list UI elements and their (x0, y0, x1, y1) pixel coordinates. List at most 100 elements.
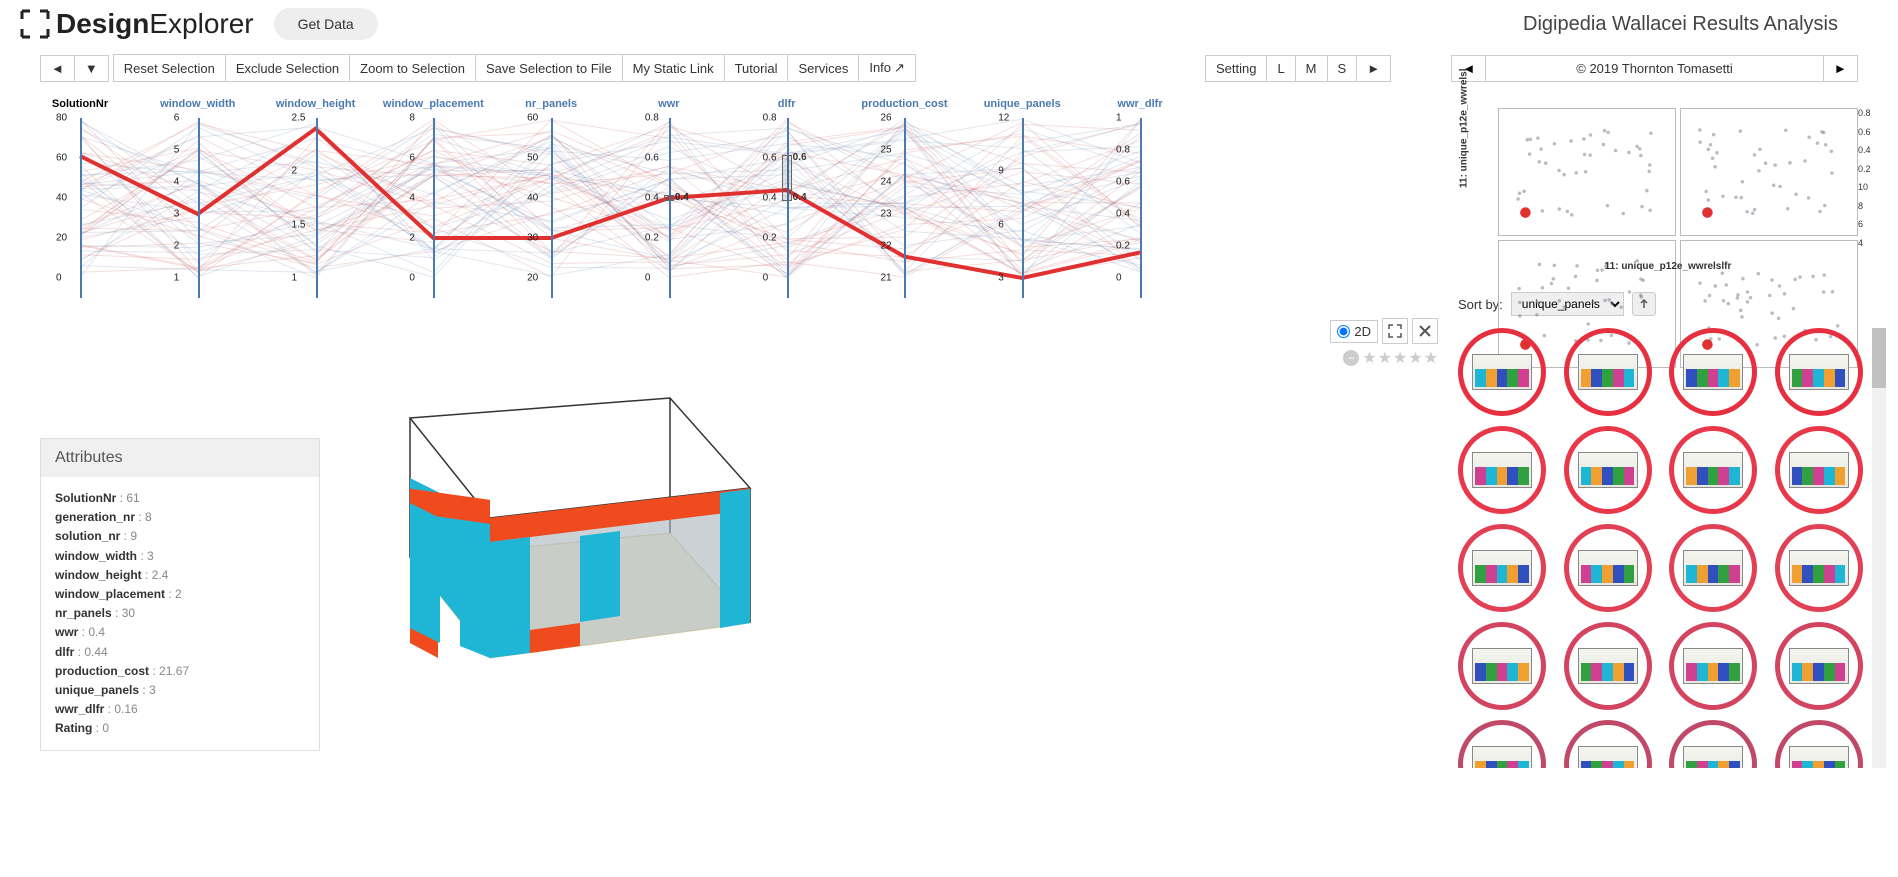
axis[interactable] (316, 118, 318, 298)
copyright-next-button[interactable]: ► (1823, 55, 1858, 82)
nav-prev-button[interactable]: ◄ (40, 55, 75, 82)
attribute-row: wwr : 0.4 (55, 623, 305, 642)
star-icon[interactable]: ★ (1424, 348, 1438, 368)
axis-label[interactable]: unique_panels (984, 98, 1061, 110)
solution-thumbnail[interactable] (1458, 328, 1546, 416)
axis-tick: 0 (56, 273, 62, 284)
solution-thumbnail[interactable] (1669, 328, 1757, 416)
axis-tick: 4 (409, 193, 415, 204)
solution-thumbnail[interactable] (1669, 426, 1757, 514)
zoom-selection-button[interactable]: Zoom to Selection (349, 54, 476, 82)
solution-thumbnail[interactable] (1564, 328, 1652, 416)
get-data-button[interactable]: Get Data (274, 8, 378, 40)
axis-tick: 0.2 (645, 233, 659, 244)
axis-tick: 21 (880, 273, 891, 284)
axis[interactable] (787, 118, 789, 298)
axis-label[interactable]: wwr (658, 98, 679, 110)
solution-thumbnail[interactable] (1564, 720, 1652, 768)
axis[interactable] (198, 118, 200, 298)
axis[interactable] (669, 118, 671, 298)
scatter-matrix[interactable]: 11: unique_p12e_wwrelsl 0.8 0.6 0.4 0.2 … (1458, 98, 1878, 278)
view-2d-radio[interactable] (1337, 325, 1350, 338)
axis-label[interactable]: window_placement (383, 98, 484, 110)
star-icon[interactable]: ★ (1362, 348, 1376, 368)
axis-brush[interactable] (782, 155, 792, 201)
axis-tick: 9 (998, 166, 1004, 177)
axis-tick: 1 (292, 273, 298, 284)
nav-next-button[interactable]: ► (1356, 55, 1391, 82)
axis-label[interactable]: production_cost (861, 98, 947, 110)
save-selection-button[interactable]: Save Selection to File (475, 54, 623, 82)
axis-label[interactable]: window_height (276, 98, 355, 110)
solution-thumbnail[interactable] (1775, 720, 1863, 768)
scatter-cell[interactable] (1680, 108, 1858, 236)
axis-label[interactable]: wwr_dlfr (1117, 98, 1162, 110)
axis-tick: 2 (409, 233, 415, 244)
size-s-button[interactable]: S (1327, 55, 1358, 82)
axis-tick: 24 (880, 177, 891, 188)
rating-stars[interactable]: − ★ ★ ★ ★ ★ (1343, 348, 1438, 368)
solution-thumbnail-grid[interactable] (1458, 328, 1878, 768)
axis-brush[interactable] (664, 195, 674, 201)
axis-tick: 30 (527, 233, 538, 244)
close-viewer-button[interactable] (1412, 318, 1438, 344)
static-link-button[interactable]: My Static Link (622, 54, 725, 82)
attribute-row: dlfr : 0.44 (55, 643, 305, 662)
axis[interactable] (1022, 118, 1024, 298)
solution-thumbnail[interactable] (1564, 622, 1652, 710)
model-viewer[interactable]: 2D − ★ ★ ★ ★ (320, 318, 1438, 751)
attribute-row: window_height : 2.4 (55, 566, 305, 585)
axis-label[interactable]: SolutionNr (52, 98, 108, 110)
tick: 8 (1858, 201, 1878, 211)
axis[interactable] (904, 118, 906, 298)
size-l-button[interactable]: L (1266, 55, 1295, 82)
solution-thumbnail[interactable] (1458, 622, 1546, 710)
solution-thumbnail[interactable] (1458, 720, 1546, 768)
axis-label[interactable]: dlfr (778, 98, 796, 110)
attributes-heading: Attributes (41, 439, 319, 477)
scrollbar[interactable] (1872, 328, 1886, 768)
view-2d-toggle[interactable]: 2D (1330, 320, 1378, 343)
size-m-button[interactable]: M (1295, 55, 1328, 82)
axis[interactable] (551, 118, 553, 298)
fullscreen-button[interactable] (1382, 318, 1408, 344)
logo-text: DesignExplorer (56, 8, 254, 40)
solution-thumbnail[interactable] (1775, 622, 1863, 710)
solution-thumbnail[interactable] (1775, 426, 1863, 514)
solution-thumbnail[interactable] (1775, 524, 1863, 612)
solution-thumbnail[interactable] (1564, 426, 1652, 514)
axis-tick: 0.4 (763, 193, 777, 204)
axis-tick: 60 (56, 153, 67, 164)
axis[interactable] (433, 118, 435, 298)
reset-selection-button[interactable]: Reset Selection (113, 54, 226, 82)
axis-tick: 0 (409, 273, 415, 284)
scatter-cell[interactable] (1498, 108, 1676, 236)
axis-tick: 0.4 (1116, 209, 1130, 220)
star-icon[interactable]: ★ (1378, 348, 1392, 368)
model-3d-view[interactable] (320, 358, 770, 678)
solution-thumbnail[interactable] (1564, 524, 1652, 612)
exclude-selection-button[interactable]: Exclude Selection (225, 54, 350, 82)
axis-label[interactable]: nr_panels (525, 98, 577, 110)
axis[interactable] (80, 118, 82, 298)
solution-thumbnail[interactable] (1775, 328, 1863, 416)
star-icon[interactable]: ★ (1393, 348, 1407, 368)
star-icon[interactable]: ★ (1408, 348, 1422, 368)
solution-thumbnail[interactable] (1458, 426, 1546, 514)
solution-thumbnail[interactable] (1669, 720, 1757, 768)
axis-label[interactable]: window_width (160, 98, 235, 110)
parallel-coordinates-chart[interactable]: SolutionNr020406080window_width123456win… (40, 98, 1140, 298)
minus-icon[interactable]: − (1343, 350, 1359, 366)
solution-thumbnail[interactable] (1669, 524, 1757, 612)
solution-thumbnail[interactable] (1669, 622, 1757, 710)
attribute-row: solution_nr : 9 (55, 527, 305, 546)
info-button[interactable]: Info↗ (858, 54, 916, 82)
nav-dropdown-button[interactable]: ▼ (74, 55, 109, 82)
attribute-row: unique_panels : 3 (55, 681, 305, 700)
tutorial-button[interactable]: Tutorial (724, 54, 789, 82)
services-button[interactable]: Services (787, 54, 859, 82)
attribute-row: window_placement : 2 (55, 585, 305, 604)
setting-button[interactable]: Setting (1205, 55, 1267, 82)
solution-thumbnail[interactable] (1458, 524, 1546, 612)
axis[interactable] (1140, 118, 1142, 298)
